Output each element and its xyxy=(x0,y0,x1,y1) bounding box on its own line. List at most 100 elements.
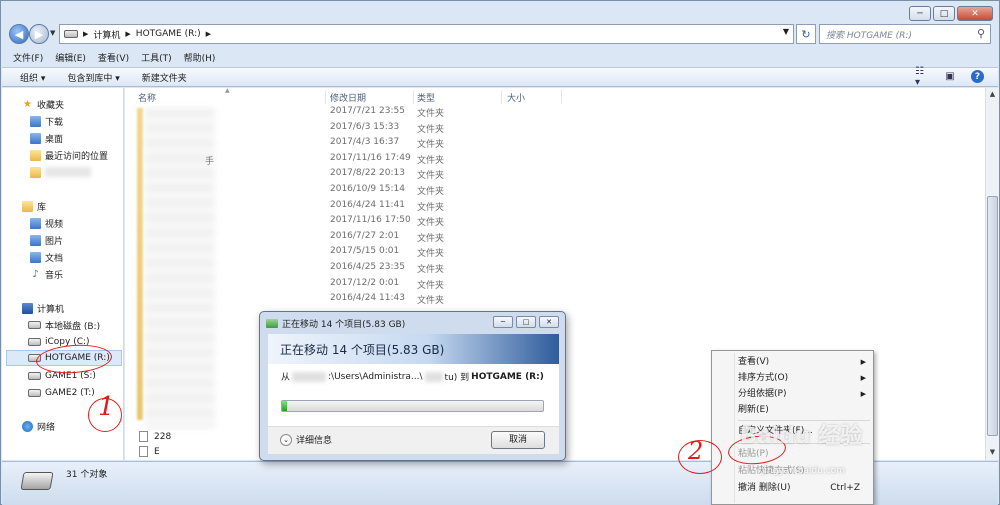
move-progress-bar xyxy=(281,400,544,412)
include-library-button[interactable]: 包含到库中 ▾ xyxy=(67,71,119,84)
row-type: 文件夹 xyxy=(417,233,445,244)
breadcrumb-hotgame[interactable]: HOTGAME (R:) xyxy=(136,29,201,39)
address-bar[interactable]: ▶ 计算机 ▶ HOTGAME (R:) ▶ ▼ xyxy=(59,24,794,44)
view-options-icon[interactable]: ☷ ▾ xyxy=(915,66,929,88)
row-type: 文件夹 xyxy=(417,124,445,135)
nav-libraries[interactable]: 库 xyxy=(22,198,46,214)
menu-edit[interactable]: 编辑(E) xyxy=(55,51,86,64)
column-divider[interactable] xyxy=(325,90,326,104)
file-row[interactable]: E xyxy=(139,446,160,457)
column-divider[interactable] xyxy=(501,90,502,104)
breadcrumb-chevron-icon[interactable]: ▶ xyxy=(206,30,211,38)
nav-item-label: 下载 xyxy=(45,117,64,128)
column-header-date[interactable]: 修改日期 xyxy=(330,91,366,104)
nav-item-downloads[interactable]: 下载 xyxy=(30,113,63,129)
minimize-button[interactable]: ─ xyxy=(909,6,931,21)
breadcrumb-computer[interactable]: 计算机 xyxy=(93,28,120,41)
chevron-down-icon: ⌄ xyxy=(280,433,292,446)
dialog-maximize-button[interactable]: □ xyxy=(516,316,536,328)
organize-button[interactable]: 组织 ▾ xyxy=(20,71,45,84)
navigation-row: ◀ ▶ ▼ ▶ 计算机 ▶ HOTGAME (R:) ▶ ▼ ↻ 搜索 HOTG… xyxy=(7,23,991,45)
nav-item-desktop[interactable]: 桌面 xyxy=(30,130,63,146)
row-date: 2016/4/25 23:35 xyxy=(330,262,405,272)
row-date: 2017/6/3 15:33 xyxy=(330,121,400,132)
back-button[interactable]: ◀ xyxy=(9,24,29,44)
recent-pages-dropdown[interactable]: ▼ xyxy=(50,29,55,37)
nav-network-label: 网络 xyxy=(37,422,56,433)
context-menu-item-label: 刷新(E) xyxy=(738,405,769,415)
breadcrumb-chevron-icon[interactable]: ▶ xyxy=(83,30,88,38)
column-header-name[interactable]: 名称 xyxy=(138,91,156,104)
forward-button[interactable]: ▶ xyxy=(29,24,49,44)
menu-view[interactable]: 查看(V) xyxy=(98,51,129,64)
redacted-source xyxy=(424,371,443,382)
cancel-button[interactable]: 取消 xyxy=(491,431,545,449)
column-header-type[interactable]: 类型 xyxy=(417,91,435,104)
nav-item-label: 文档 xyxy=(45,253,64,264)
nav-favorites[interactable]: ★ 收藏夹 xyxy=(22,96,64,112)
nav-item-redacted[interactable] xyxy=(30,164,91,180)
preview-pane-icon[interactable]: ▣ xyxy=(943,70,957,83)
drive-icon xyxy=(28,338,41,346)
row-type: 文件夹 xyxy=(417,171,445,182)
computer-icon xyxy=(22,302,33,314)
nav-item-music[interactable]: ♪ 音乐 xyxy=(30,266,63,282)
nav-item-pictures[interactable]: 图片 xyxy=(30,232,63,248)
nav-network[interactable]: 网络 xyxy=(22,418,55,434)
menu-tools[interactable]: 工具(T) xyxy=(141,51,172,64)
nav-item-drive-b[interactable]: 本地磁盘 (B:) xyxy=(28,317,100,333)
nav-favorites-label: 收藏夹 xyxy=(37,100,65,111)
context-menu-item-label: 分组依据(P) xyxy=(738,389,787,399)
column-header-size[interactable]: 大小 xyxy=(507,91,525,104)
drive-icon xyxy=(20,472,54,490)
scroll-up-icon[interactable]: ▲ xyxy=(986,88,999,101)
network-icon xyxy=(22,420,33,432)
dialog-minimize-button[interactable]: ─ xyxy=(493,316,513,328)
context-menu-item[interactable]: 撤消 删除(U) Ctrl+Z xyxy=(738,480,874,496)
help-icon[interactable]: ? xyxy=(971,70,984,83)
context-menu-item[interactable]: 查看(V) ▶ xyxy=(738,354,874,370)
file-name: 228 xyxy=(154,431,172,442)
folder-icon xyxy=(30,166,41,178)
menu-file[interactable]: 文件(F) xyxy=(13,51,43,64)
column-divider[interactable] xyxy=(413,90,414,104)
recent-places-icon xyxy=(30,149,41,161)
dialog-close-button[interactable]: ✕ xyxy=(539,316,559,328)
scroll-down-icon[interactable]: ▼ xyxy=(986,446,999,459)
context-menu-item[interactable]: 刷新(E) xyxy=(738,402,874,418)
destination-drive[interactable]: HOTGAME (R:) xyxy=(471,372,544,382)
video-icon xyxy=(30,217,41,229)
nav-item-documents[interactable]: 文档 xyxy=(30,249,63,265)
menu-gutter xyxy=(734,353,735,503)
source-path: :\Users\Administra...\ xyxy=(328,371,423,382)
file-name: E xyxy=(154,446,160,457)
row-date: 2016/4/24 11:41 xyxy=(330,199,405,210)
scroll-thumb[interactable] xyxy=(987,196,998,436)
more-details-button[interactable]: ⌄ 详细信息 xyxy=(280,433,332,446)
nav-computer[interactable]: 计算机 xyxy=(22,300,64,316)
search-icon[interactable]: ⚲ xyxy=(977,27,985,40)
breadcrumb-chevron-icon[interactable]: ▶ xyxy=(125,30,130,38)
context-menu-item[interactable]: 排序方式(O) ▶ xyxy=(738,370,874,386)
vertical-scrollbar[interactable]: ▲ ▼ xyxy=(985,88,999,460)
address-dropdown-icon[interactable]: ▼ xyxy=(783,27,789,36)
nav-item-label: 视频 xyxy=(45,219,64,230)
progress-fill xyxy=(282,401,288,411)
file-row[interactable]: 228 xyxy=(139,431,171,442)
context-menu-item[interactable]: 分组依据(P) ▶ xyxy=(738,386,874,402)
menu-help[interactable]: 帮助(H) xyxy=(184,51,216,64)
object-count: 31 个对象 xyxy=(66,470,108,480)
refresh-button[interactable]: ↻ xyxy=(796,24,816,44)
maximize-button[interactable]: □ xyxy=(933,6,955,21)
library-icon xyxy=(22,200,33,212)
nav-computer-label: 计算机 xyxy=(37,304,65,315)
close-button[interactable]: ✕ xyxy=(957,6,993,21)
dialog-title: 正在移动 14 个项目(5.83 GB) xyxy=(266,317,405,330)
column-divider[interactable] xyxy=(561,90,562,104)
nav-item-recent[interactable]: 最近访问的位置 xyxy=(30,147,108,163)
row-date: 2017/8/22 20:13 xyxy=(330,168,405,179)
nav-item-videos[interactable]: 视频 xyxy=(30,215,63,231)
search-input[interactable]: 搜索 HOTGAME (R:) ⚲ xyxy=(819,24,991,44)
nav-item-drive-t[interactable]: GAME2 (T:) xyxy=(28,385,95,401)
new-folder-button[interactable]: 新建文件夹 xyxy=(142,71,187,84)
